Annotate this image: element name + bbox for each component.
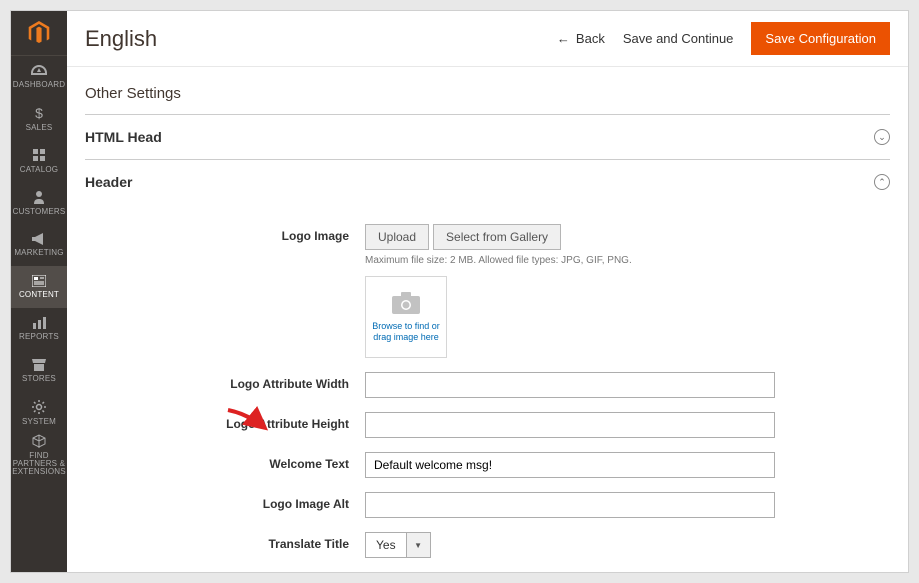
accordion-header[interactable]: Header ⌃ — [85, 159, 890, 204]
row-translate-title: Translate Title Yes ▼ — [85, 532, 890, 558]
save-config-button[interactable]: Save Configuration — [751, 22, 890, 55]
nav-label: MARKETING — [14, 249, 63, 257]
upload-hint: Maximum file size: 2 MB. Allowed file ty… — [365, 255, 775, 266]
magento-logo[interactable] — [11, 11, 67, 56]
nav-customers[interactable]: CUSTOMERS — [11, 182, 67, 224]
row-logo-height: Logo Attribute Height — [85, 412, 890, 438]
magento-logo-icon — [27, 21, 51, 45]
dollar-icon: $ — [34, 106, 44, 122]
upload-button-group: Upload Select from Gallery — [365, 224, 775, 250]
input-welcome-text[interactable] — [365, 452, 775, 478]
label-logo-image: Logo Image — [85, 224, 365, 243]
row-logo-alt: Logo Image Alt — [85, 492, 890, 518]
chevron-up-icon: ⌃ — [874, 174, 890, 190]
content-area: Other Settings HTML Head ⌄ Header ⌃ Logo… — [67, 67, 908, 572]
main-area: English ← Back Save and Continue Save Co… — [67, 11, 908, 572]
nav-label: REPORTS — [19, 333, 59, 341]
page-header: English ← Back Save and Continue Save Co… — [67, 11, 908, 67]
reports-icon — [32, 317, 46, 331]
nav-system[interactable]: SYSTEM — [11, 392, 67, 434]
row-welcome-text: Welcome Text — [85, 452, 890, 478]
select-gallery-button[interactable]: Select from Gallery — [433, 224, 561, 250]
partners-icon — [32, 434, 46, 450]
nav-partners[interactable]: FIND PARTNERS & EXTENSIONS — [11, 434, 67, 476]
nav-content[interactable]: CONTENT — [11, 266, 67, 308]
label-welcome-text: Welcome Text — [85, 452, 365, 471]
megaphone-icon — [32, 233, 46, 247]
nav-label: DASHBOARD — [13, 81, 65, 89]
nav-label: CONTENT — [19, 291, 59, 299]
control-logo-image: Upload Select from Gallery Maximum file … — [365, 224, 775, 358]
content-icon — [32, 275, 46, 289]
accordion-html-head[interactable]: HTML Head ⌄ — [85, 114, 890, 159]
input-logo-width[interactable] — [365, 372, 775, 398]
nav-stores[interactable]: STORES — [11, 350, 67, 392]
accordion-title: Header — [85, 174, 132, 190]
select-translate-title[interactable]: Yes ▼ — [365, 532, 775, 558]
upload-button[interactable]: Upload — [365, 224, 429, 250]
nav-label: FIND PARTNERS & EXTENSIONS — [12, 452, 66, 476]
accordion-title: HTML Head — [85, 129, 162, 145]
chevron-down-icon: ⌄ — [874, 129, 890, 145]
image-uploader[interactable]: Browse to find or drag image here — [365, 276, 447, 358]
label-logo-alt: Logo Image Alt — [85, 492, 365, 511]
uploader-text: Browse to find or drag image here — [372, 321, 440, 343]
page-title: English — [85, 26, 557, 52]
nav-label: CUSTOMERS — [13, 208, 66, 216]
back-label: Back — [576, 31, 605, 46]
nav-sales[interactable]: $ SALES — [11, 98, 67, 140]
dashboard-icon — [31, 65, 47, 79]
nav-reports[interactable]: REPORTS — [11, 308, 67, 350]
person-icon — [34, 190, 44, 206]
back-button[interactable]: ← Back — [557, 31, 605, 46]
row-logo-width: Logo Attribute Width — [85, 372, 890, 398]
nav-dashboard[interactable]: DASHBOARD — [11, 56, 67, 98]
catalog-icon — [32, 148, 46, 164]
input-logo-height[interactable] — [365, 412, 775, 438]
label-logo-width: Logo Attribute Width — [85, 372, 365, 391]
nav-label: SYSTEM — [22, 418, 56, 426]
gear-icon — [32, 400, 46, 416]
header-form: Logo Image Upload Select from Gallery Ma… — [85, 204, 890, 558]
arrow-left-icon: ← — [557, 31, 570, 46]
label-logo-height: Logo Attribute Height — [85, 412, 365, 431]
nav-label: STORES — [22, 375, 56, 383]
stores-icon — [32, 359, 46, 373]
input-logo-alt[interactable] — [365, 492, 775, 518]
save-continue-button[interactable]: Save and Continue — [623, 31, 734, 46]
chevron-down-icon: ▼ — [407, 532, 431, 558]
svg-text:$: $ — [35, 106, 43, 120]
label-translate-title: Translate Title — [85, 532, 365, 551]
camera-icon — [392, 292, 420, 317]
nav-label: CATALOG — [20, 166, 58, 174]
nav-label: SALES — [26, 124, 53, 132]
header-actions: ← Back Save and Continue Save Configurat… — [557, 22, 890, 55]
select-value: Yes — [365, 532, 407, 558]
admin-sidebar: DASHBOARD $ SALES CATALOG CUSTOMERS MARK… — [11, 11, 67, 572]
app-window: DASHBOARD $ SALES CATALOG CUSTOMERS MARK… — [10, 10, 909, 573]
nav-catalog[interactable]: CATALOG — [11, 140, 67, 182]
row-logo-image: Logo Image Upload Select from Gallery Ma… — [85, 224, 890, 358]
nav-marketing[interactable]: MARKETING — [11, 224, 67, 266]
other-settings-heading: Other Settings — [85, 85, 890, 102]
